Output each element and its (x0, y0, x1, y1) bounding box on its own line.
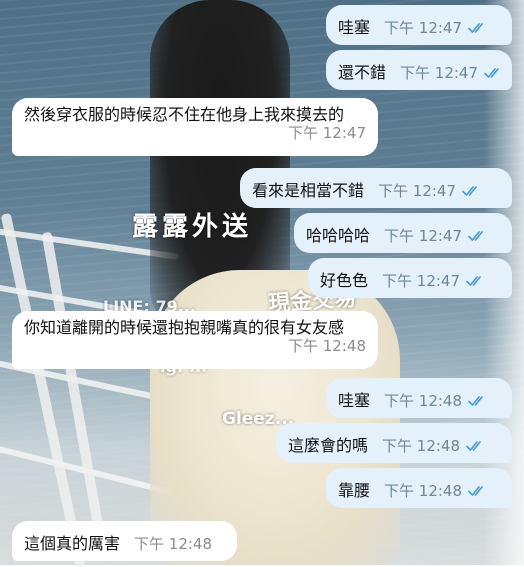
message-time: 下午 12:48 (384, 392, 463, 410)
message-text: 看來是相當不錯 (252, 181, 365, 200)
message-text: 這個真的厲害 (24, 534, 121, 553)
double-check-read-icon (466, 441, 481, 451)
message-meta: 下午 12:48 (384, 480, 488, 502)
message-text: 這麼會的嗎 (288, 436, 369, 455)
message-text: 還不錯 (338, 63, 387, 82)
message-meta: 下午 12:48 (384, 390, 488, 412)
message-meta: 下午 12:47 (384, 17, 488, 39)
double-check-read-icon (468, 486, 483, 496)
message-meta: 下午 12:47 (378, 180, 482, 202)
message-time: 下午 12:47 (378, 182, 457, 200)
incoming-message[interactable]: 這個真的厲害 下午 12:48 (12, 521, 237, 561)
double-check-read-icon (466, 276, 481, 286)
double-check-read-icon (468, 396, 483, 406)
message-meta: 下午 12:48 (382, 435, 486, 457)
message-time: 下午 12:48 (384, 482, 463, 500)
message-time: 下午 12:47 (384, 19, 463, 37)
double-check-read-icon (468, 23, 483, 33)
message-text: 哇塞 (338, 18, 371, 37)
double-check-read-icon (462, 186, 477, 196)
incoming-message[interactable]: 你知道離開的時候還抱抱親嘴真的很有女友感 下午 12:48 (12, 311, 378, 369)
outgoing-message[interactable]: 哇塞 下午 12:47 (326, 5, 512, 45)
outgoing-message[interactable]: 哇塞 下午 12:48 (326, 378, 512, 418)
message-time: 下午 12:47 (382, 272, 461, 290)
message-meta: 下午 12:47 (382, 270, 486, 292)
message-text: 哈哈哈哈 (306, 226, 371, 245)
incoming-message[interactable]: 然後穿衣服的時候忍不住在他身上我來摸去的 下午 12:47 (12, 98, 378, 156)
outgoing-message[interactable]: 這麼會的嗎 下午 12:48 (276, 423, 512, 463)
message-meta: 下午 12:47 (400, 62, 504, 84)
message-time: 下午 12:47 (384, 227, 463, 245)
message-text: 哇塞 (338, 391, 371, 410)
message-time: 下午 12:48 (134, 535, 213, 553)
message-time: 下午 12:48 (382, 437, 461, 455)
double-check-read-icon (468, 231, 483, 241)
message-meta: 下午 12:47 (384, 225, 488, 247)
message-text: 靠腰 (338, 481, 371, 500)
message-time: 下午 12:47 (400, 64, 479, 82)
message-text: 好色色 (320, 271, 369, 290)
outgoing-message[interactable]: 哈哈哈哈 下午 12:47 (294, 213, 512, 253)
outgoing-message[interactable]: 還不錯 下午 12:47 (326, 50, 512, 90)
double-check-read-icon (484, 68, 499, 78)
outgoing-message[interactable]: 好色色 下午 12:47 (308, 258, 512, 298)
outgoing-message[interactable]: 靠腰 下午 12:48 (326, 468, 512, 508)
chat-message-list[interactable]: 哇塞 下午 12:47 還不錯 下午 12:47 然後穿衣服的時候忍不住在他身上… (0, 0, 524, 565)
outgoing-message[interactable]: 看來是相當不錯 下午 12:47 (240, 168, 512, 208)
